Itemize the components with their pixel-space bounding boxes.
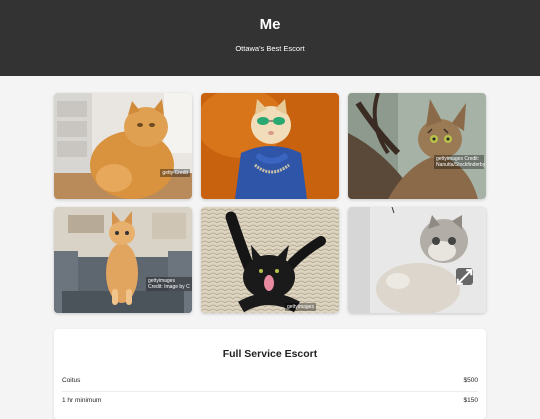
gallery-photo-5[interactable]: gettyimages bbox=[201, 207, 339, 313]
price-row: Coitus $500 bbox=[62, 373, 478, 392]
pricing-card: Full Service Escort Coitus $500 1 hr min… bbox=[54, 329, 486, 419]
pricing-title: Full Service Escort bbox=[222, 348, 318, 360]
photo-watermark: gettyimages Credit: Nanutta/Stockfinderb… bbox=[434, 155, 486, 169]
photo-watermark: getty Credit bbox=[160, 169, 190, 177]
service-label: 1 hr minimum bbox=[62, 396, 102, 404]
photo-gallery: getty Credit gettyimages Credit: Nanutta… bbox=[54, 93, 486, 313]
gallery-photo-6[interactable] bbox=[348, 207, 486, 313]
service-price: $500 bbox=[463, 376, 478, 384]
gallery-photo-4[interactable]: gettyimages Credit: Image by C bbox=[54, 207, 192, 313]
tabby-cat-image bbox=[348, 93, 486, 199]
orange-cat-on-couch-image bbox=[54, 207, 192, 313]
gallery-photo-3[interactable]: gettyimages Credit: Nanutta/Stockfinderb… bbox=[348, 93, 486, 199]
cat-in-hoodie-image bbox=[201, 93, 339, 199]
gallery-photo-2[interactable] bbox=[201, 93, 339, 199]
photo-watermark: gettyimages Credit: Image by C bbox=[146, 277, 192, 291]
gallery-photo-1[interactable]: getty Credit bbox=[54, 93, 192, 199]
site-header: Me Ottawa's Best Escort bbox=[0, 0, 540, 76]
service-label: Coitus bbox=[62, 376, 81, 384]
expand-icon[interactable] bbox=[456, 268, 473, 285]
service-price: $150 bbox=[463, 396, 478, 404]
site-title: Me bbox=[259, 16, 281, 33]
black-kitten-image bbox=[201, 207, 339, 313]
site-subtitle: Ottawa's Best Escort bbox=[235, 44, 305, 53]
fluffy-orange-cat-image bbox=[54, 93, 192, 199]
photo-watermark: gettyimages bbox=[285, 303, 316, 311]
